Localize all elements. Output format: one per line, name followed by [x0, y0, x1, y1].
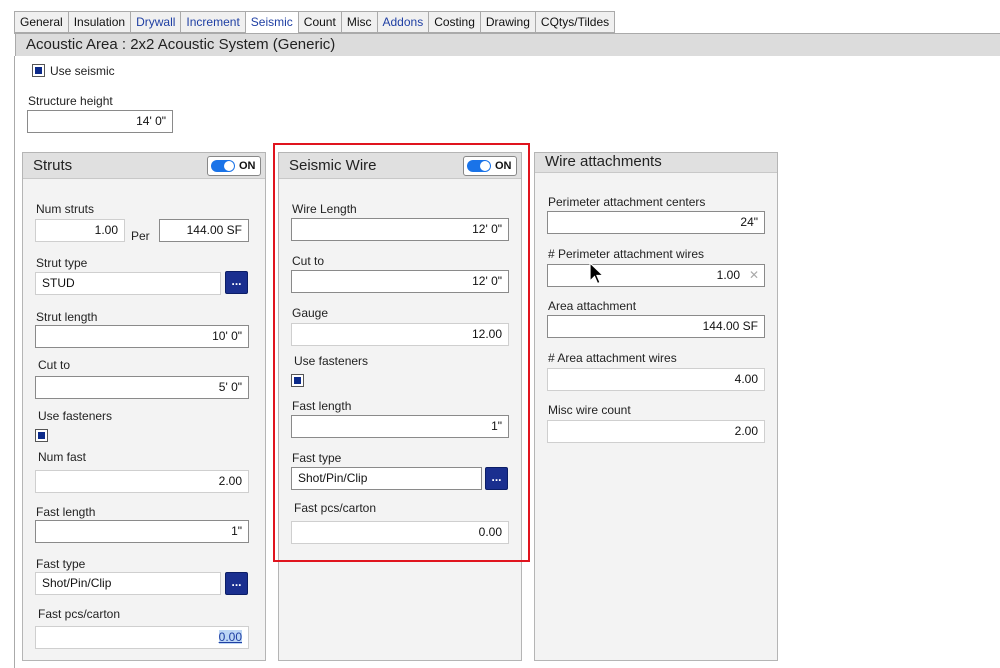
strut-fast-length-input[interactable]: 1"	[35, 520, 249, 543]
perimeter-centers-input[interactable]: 24"	[547, 211, 765, 234]
tab-insulation[interactable]: Insulation	[67, 11, 131, 33]
strut-type-browse-button[interactable]: ...	[225, 271, 248, 294]
wire-length-label: Wire Length	[292, 202, 357, 216]
struts-title-text: Struts	[33, 157, 73, 174]
area-wires-label: # Area attachment wires	[548, 351, 677, 365]
tab-count[interactable]: Count	[297, 11, 341, 33]
wire-fast-length-label: Fast length	[292, 399, 352, 413]
content-border	[14, 56, 15, 668]
strut-fast-type-browse-button[interactable]: ...	[225, 572, 248, 595]
tab-increment[interactable]: Increment	[180, 11, 245, 33]
area-wires-input[interactable]: 4.00	[547, 368, 765, 391]
wire-attachments-title-text: Wire attachments	[545, 153, 662, 170]
strut-fast-type-input[interactable]: Shot/Pin/Clip	[35, 572, 221, 595]
gauge-label: Gauge	[292, 306, 329, 320]
strut-cut-to-input[interactable]: 5' 0"	[35, 376, 249, 399]
clear-icon[interactable]: ✕	[749, 265, 759, 286]
use-seismic-checkbox[interactable]	[32, 64, 45, 77]
misc-wire-input[interactable]: 2.00	[547, 420, 765, 443]
mouse-cursor-icon	[589, 262, 605, 285]
wire-fast-length-input[interactable]: 1"	[291, 415, 509, 438]
strut-fast-length-label: Fast length	[36, 505, 96, 519]
wire-cut-to-label: Cut to	[292, 254, 325, 268]
strut-fast-pcs-label: Fast pcs/carton	[38, 607, 121, 621]
wire-use-fasteners-label: Use fasteners	[294, 354, 369, 368]
num-struts-label: Num struts	[36, 202, 95, 216]
num-fast-label: Num fast	[38, 450, 87, 464]
strut-use-fasteners-label: Use fasteners	[38, 409, 113, 423]
strut-length-input[interactable]: 10' 0"	[35, 325, 249, 348]
tab-misc[interactable]: Misc	[340, 11, 377, 33]
per-area-input[interactable]: 144.00 SF	[159, 219, 249, 242]
tab-drywall[interactable]: Drywall	[130, 11, 181, 33]
area-attachment-label: Area attachment	[548, 299, 637, 313]
strut-type-input[interactable]: STUD	[35, 272, 221, 295]
strut-type-label: Strut type	[36, 256, 88, 270]
structure-height-input[interactable]: 14' 0"	[27, 110, 173, 133]
wire-fast-type-browse-button[interactable]: ...	[485, 467, 508, 490]
per-label: Per	[131, 229, 150, 243]
tab-addons[interactable]: Addons	[376, 11, 429, 33]
structure-height-label: Structure height	[28, 94, 113, 108]
tab-costing[interactable]: Costing	[428, 11, 480, 33]
perimeter-centers-label: Perimeter attachment centers	[548, 195, 706, 209]
wire-fast-type-label: Fast type	[292, 451, 342, 465]
tab-general[interactable]: General	[14, 11, 68, 33]
wire-fast-pcs-input[interactable]: 0.00	[291, 521, 509, 544]
strut-fast-type-label: Fast type	[36, 557, 86, 571]
num-fast-input[interactable]: 2.00	[35, 470, 249, 493]
page-title: Acoustic Area : 2x2 Acoustic System (Gen…	[15, 34, 1000, 56]
wire-use-fasteners-checkbox[interactable]	[291, 374, 304, 387]
perimeter-wires-value: 1.00	[716, 268, 740, 282]
gauge-input[interactable]: 12.00	[291, 323, 509, 346]
strut-fast-pcs-input[interactable]: 0.00	[35, 626, 249, 649]
tab-bar: General Insulation Drywall Increment Sei…	[14, 11, 616, 34]
misc-wire-label: Misc wire count	[548, 403, 631, 417]
struts-toggle[interactable]: ON	[207, 156, 261, 176]
wire-fast-type-input[interactable]: Shot/Pin/Clip	[291, 467, 482, 490]
tab-cqtys-tildes[interactable]: CQtys/Tildes	[534, 11, 616, 33]
perimeter-wires-input[interactable]: 1.00 ✕	[547, 264, 765, 287]
tab-seismic[interactable]: Seismic	[244, 11, 298, 34]
wire-cut-to-input[interactable]: 12' 0"	[291, 270, 509, 293]
num-struts-input[interactable]: 1.00	[35, 219, 125, 242]
strut-fast-pcs-value: 0.00	[218, 630, 242, 644]
wire-fast-pcs-label: Fast pcs/carton	[294, 501, 377, 515]
toggle-switch-icon	[211, 160, 235, 172]
wire-attachments-title: Wire attachments	[535, 153, 777, 173]
strut-cut-to-label: Cut to	[38, 358, 71, 372]
strut-use-fasteners-checkbox[interactable]	[35, 429, 48, 442]
perimeter-wires-label: # Perimeter attachment wires	[548, 247, 705, 261]
struts-title: Struts ON	[23, 153, 265, 179]
struts-toggle-label: ON	[239, 160, 256, 172]
wire-length-input[interactable]: 12' 0"	[291, 218, 509, 241]
area-attachment-input[interactable]: 144.00 SF	[547, 315, 765, 338]
use-seismic-label: Use seismic	[50, 64, 115, 78]
tab-drawing[interactable]: Drawing	[479, 11, 535, 33]
strut-length-label: Strut length	[36, 310, 98, 324]
